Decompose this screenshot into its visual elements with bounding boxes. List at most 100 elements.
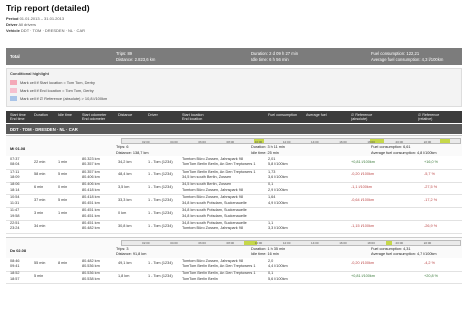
end-location: TomTom Berlin Berlin (182, 276, 218, 281)
table-row[interactable]: 10:54 11:31 37 min 5 min 80.418 km 80.451 km 3… (6, 194, 462, 209)
end-time: 23:24 (10, 226, 20, 231)
duration: 37 min (34, 197, 46, 202)
day-idle: Idle time: 25 min (251, 150, 279, 155)
day-distance: Distance: 91,8 km (116, 252, 147, 257)
timeline-tick: 10:00 (254, 139, 263, 144)
total-distance: Distance: 2.823,6 km (116, 57, 156, 62)
start-time: 10:54 (10, 195, 20, 200)
end-time: 18:09 (10, 175, 20, 180)
column-header[interactable]: ∅ Reference (relative) (418, 113, 439, 122)
column-header[interactable]: Start location End location (182, 113, 204, 122)
highlight-item: Mark cell if Start location = Tom Tom, D… (10, 80, 95, 85)
column-header[interactable]: Start odometer End odometer (82, 113, 106, 122)
column-header[interactable]: Average fuel (306, 113, 327, 117)
driver: 1 - Tom (1234) (148, 274, 173, 279)
highlight-item: Mark cell if ∅ Reference (absolute) > 10… (10, 96, 107, 101)
column-header[interactable]: ∅ Reference (absolute) (351, 113, 372, 122)
start-time: 22:51 (10, 220, 20, 225)
timeline-segment (385, 240, 393, 245)
timeline-tick: 18:00 (367, 241, 375, 246)
total-summary-bar: Total Trips: 89 Distance: 2.823,6 km Dur… (6, 48, 462, 65)
fuel-consumption: 0,1 (268, 182, 274, 187)
end-odometer: 80.538 km (82, 276, 100, 281)
driver-line: Driver All drivers (6, 22, 36, 27)
day-duration: Duration: 3 h 11 min (251, 145, 285, 149)
end-location: 34,8 km south Potsdam, Suckenauelle (182, 200, 247, 205)
table-column-headers: Start time End time Duration Idle time Start… (6, 111, 462, 123)
start-time: 18:06 (10, 182, 20, 187)
start-odometer: 80.406 km (82, 182, 100, 187)
table-row[interactable]: 22:51 23:24 34 min 80.451 km 80.482 km 30,8 k… (6, 220, 462, 234)
driver-label: Driver (6, 22, 18, 27)
day-fuel: Fuel consumption: 6,61 (371, 145, 411, 149)
table-row[interactable]: 07:37 08:04 22 min 1 min 80.323 km 80.357 km 3… (6, 156, 462, 170)
reference-absolute: -1,1 l/100km (351, 185, 372, 190)
idle-time: 5 min (58, 197, 68, 202)
start-location: 34,8 km south Potsdam, Suckenauelle (182, 220, 247, 225)
column-header[interactable]: Driver (148, 113, 158, 117)
highlight-item: Mark cell if End location = Tom Tom, Der… (10, 88, 94, 93)
duration: 6 min (34, 185, 44, 190)
end-odometer: 80.406 km (82, 175, 100, 180)
column-header[interactable]: Duration (34, 113, 48, 117)
day-summary: Mi 01.08 02:00 04:00 06:00 08:00 10:00 12:00 14… (6, 135, 462, 156)
timeline-tick: 22:00 (423, 241, 432, 246)
end-odometer: 80.418 km (82, 187, 100, 192)
start-time: 17:11 (10, 169, 20, 174)
table-row[interactable]: 18:06 18:14 6 min 0 min 80.406 km 80.418 km 3,… (6, 182, 462, 196)
start-location: TomTom Berlin Berlin, An Den Treptowers … (182, 271, 256, 276)
idle-time: 8 min (58, 261, 68, 266)
day-avg-fuel: Average fuel consumption: 4,7 l/100km (371, 252, 437, 257)
timeline-tick: 16:00 (339, 139, 347, 144)
day-date: Mi 01.08 (10, 146, 26, 151)
vehicle-value: DDT · TOM · DRESDEN · NL · CAR (20, 28, 85, 33)
distance: 49,1 km (118, 261, 132, 266)
distance: 1,8 km (118, 274, 130, 279)
end-odometer: 80.482 km (82, 226, 100, 231)
timeline-tick: 14:00 (311, 241, 319, 246)
average-fuel: 5,6 l/100km (268, 276, 288, 281)
period-label: Period (6, 16, 19, 21)
end-odometer: 80.357 km (82, 162, 100, 167)
end-time: 18:57 (10, 276, 20, 281)
end-time: 18:14 (10, 187, 20, 192)
table-row[interactable]: 17:11 18:09 58 min 5 min 80.357 km 80.406 km 4… (6, 169, 462, 183)
reference-absolute: -0,20 l/100km (351, 172, 375, 177)
idle-time: 1 min (58, 210, 68, 215)
highlight-swatch (10, 80, 17, 85)
table-row[interactable]: 08:46 09:41 55 min 8 min 80.482 km 80.536 km 4… (6, 258, 462, 272)
fuel-consumption: 0,1 (268, 271, 274, 276)
end-location: 34,5 km south Berlin, Zossen (182, 175, 232, 180)
vehicle-label: Vehicle (6, 28, 20, 33)
timeline-tick: 20:00 (395, 139, 404, 144)
timeline-tick: 22:00 (423, 139, 432, 144)
table-row[interactable]: 11:47 19:58 3 min 1 min 80.451 km 80.451 km 0 … (6, 207, 462, 221)
table-row[interactable]: 18:52 18:57 5 min 80.536 km 80.538 km 1,8 km 1… (6, 271, 462, 285)
idle-time: 0 min (58, 185, 68, 190)
distance: 48,4 km (118, 172, 132, 177)
end-location: 34,8 km south Potsdam, Suckenauelle (182, 213, 247, 218)
day-date: Do 02.08 (10, 247, 27, 253)
timeline-tick: 04:00 (170, 241, 178, 246)
average-fuel: 3,6 l/100km (268, 175, 288, 180)
driver: 1 - Tom (1234) (148, 197, 173, 202)
total-label: Total (10, 54, 20, 59)
duration: 58 min (34, 172, 46, 177)
driver: 1 - Tom (1234) (148, 172, 173, 177)
highlight-text: Mark cell if End location = Tom Tom, Der… (20, 88, 94, 93)
column-header[interactable]: Idle time (58, 113, 72, 117)
column-header[interactable]: Distance (118, 113, 132, 117)
column-header[interactable]: Fuel consumption (268, 113, 297, 117)
duration: 34 min (34, 223, 46, 228)
start-location: 34,5 km south Berlin, Zossen (182, 182, 232, 187)
column-header[interactable]: Start time End time (10, 113, 26, 122)
reference-relative: -26,9 % (424, 223, 438, 228)
timeline-tick: 16:00 (339, 241, 347, 246)
period-value: 01.01.2013 – 31.01.2013 (19, 16, 65, 21)
timeline-tick: 08:00 (226, 139, 235, 144)
trip-rows: 08:46 09:41 55 min 8 min 80.482 km 80.536 km 4… (6, 258, 462, 285)
start-time: 07:37 (10, 156, 20, 161)
end-odometer: 80.451 km (82, 213, 100, 218)
reference-relative: +16,0 % (424, 159, 439, 164)
start-location: Tomtom Büro Zossen, Jahnspark 98 (182, 156, 243, 161)
